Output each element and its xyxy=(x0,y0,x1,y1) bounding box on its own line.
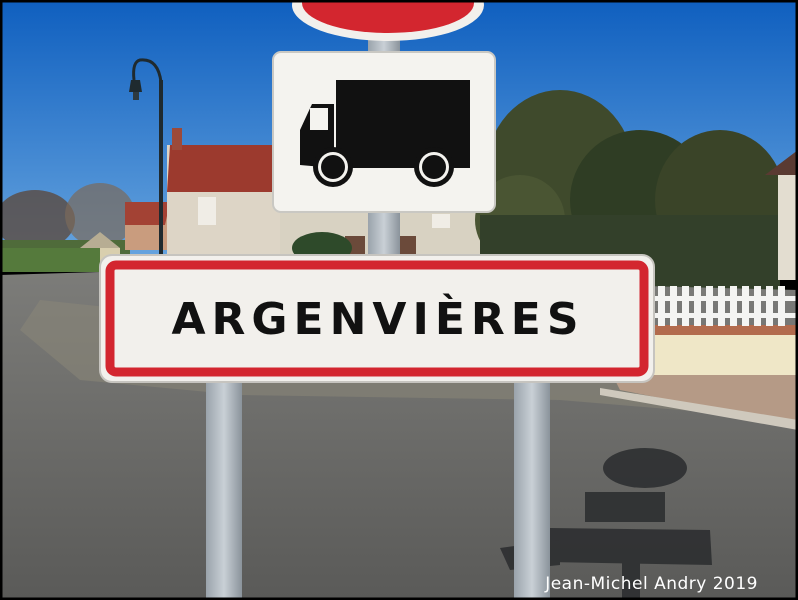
picket-fence xyxy=(652,286,798,375)
grass xyxy=(0,248,100,272)
sign-pole-right xyxy=(514,380,550,600)
sign-pole-left xyxy=(206,380,242,600)
truck-panel xyxy=(272,51,496,213)
photo-credit: Jean-Michel Andry 2019 xyxy=(545,574,758,594)
town-name-label: ARGENVIÈRES xyxy=(171,293,585,345)
photograph: ARGENVIÈRES Jean-Michel Andry 2019 xyxy=(0,0,798,600)
